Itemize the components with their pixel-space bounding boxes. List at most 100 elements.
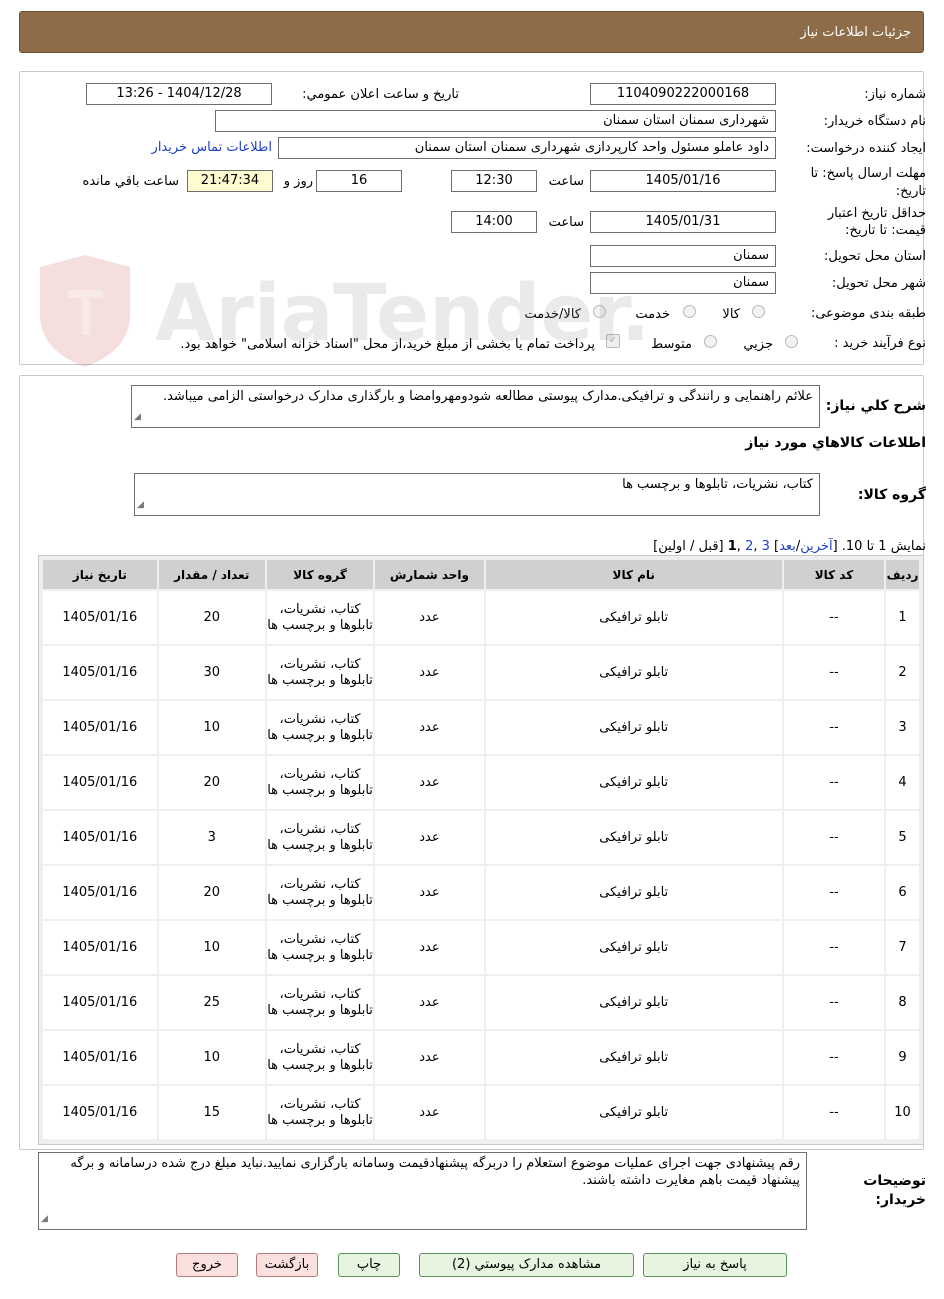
cell-need-date: 1405/01/16 bbox=[43, 976, 157, 1029]
pagination-next-link[interactable]: بعد bbox=[779, 539, 796, 554]
col-header-item-code: کد کالا bbox=[783, 560, 885, 589]
cell-group: کتاب، نشریات، تابلوها و برچسب ها bbox=[266, 811, 374, 864]
items-table-wrapper: ردیف کد کالا نام کالا واحد شمارش گروه کا… bbox=[38, 555, 924, 1145]
print-button[interactable]: چاپ bbox=[338, 1253, 400, 1277]
cell-row-number: 8 bbox=[886, 976, 919, 1029]
table-row: 9 -- تابلو ترافیکی عدد کتاب، نشریات، تابلوها… bbox=[43, 1031, 919, 1084]
validity-time-field: 14:00 bbox=[451, 211, 537, 233]
cell-unit: عدد bbox=[375, 811, 484, 864]
back-button[interactable]: بازگشت bbox=[256, 1253, 318, 1277]
category-radio-goods[interactable] bbox=[752, 305, 765, 318]
description-field: علائم راهنمایی و رانندگی و ترافیکی.مدارک… bbox=[131, 385, 820, 428]
need-number-label: شماره نیاز: bbox=[864, 87, 926, 102]
cell-need-date: 1405/01/16 bbox=[43, 866, 157, 919]
buyer-field: شهرداری سمنان استان سمنان bbox=[215, 110, 776, 132]
category-option-service: خدمت bbox=[635, 307, 670, 322]
cell-unit: عدد bbox=[375, 866, 484, 919]
cell-item-name: تابلو ترافیکی bbox=[485, 1086, 782, 1139]
category-option-goods-service: کالا/خدمت bbox=[524, 307, 581, 322]
page-title: جزئیات اطلاعات نیاز bbox=[800, 25, 911, 40]
pagination-page-3[interactable]: 3 bbox=[762, 539, 770, 554]
cell-quantity: 20 bbox=[158, 866, 265, 919]
reply-button[interactable]: پاسخ به نیاز bbox=[643, 1253, 787, 1277]
province-label: استان محل تحویل: bbox=[824, 249, 926, 264]
resize-grip-icon: ◢ bbox=[137, 500, 144, 510]
cell-need-date: 1405/01/16 bbox=[43, 701, 157, 754]
resize-grip-icon: ◢ bbox=[134, 412, 141, 422]
cell-need-date: 1405/01/16 bbox=[43, 1031, 157, 1084]
resize-grip-icon: ◢ bbox=[41, 1214, 48, 1224]
cell-item-code: -- bbox=[783, 866, 885, 919]
description-text: علائم راهنمایی و رانندگی و ترافیکی.مدارک… bbox=[162, 389, 813, 404]
col-header-item-name: نام کالا bbox=[485, 560, 782, 589]
cell-row-number: 4 bbox=[886, 756, 919, 809]
cell-quantity: 10 bbox=[158, 921, 265, 974]
buyer-contact-link[interactable]: اطلاعات تماس خریدار bbox=[152, 140, 272, 155]
col-header-need-date: تاریخ نیاز bbox=[43, 560, 157, 589]
cell-group: کتاب، نشریات، تابلوها و برچسب ها bbox=[266, 921, 374, 974]
pagination-comma: , bbox=[736, 539, 746, 554]
pagination-suffix: [قبل / اولین] bbox=[653, 539, 728, 554]
validity-label-1: حداقل تاریخ اعتبار bbox=[827, 206, 926, 221]
cell-group: کتاب، نشریات، تابلوها و برچسب ها bbox=[266, 976, 374, 1029]
validity-label-2: قیمت: تا تاریخ: bbox=[845, 223, 926, 238]
buyer-notes-field: رقم پیشنهادی جهت اجرای عملیات موضوع استع… bbox=[38, 1152, 807, 1230]
announce-field: 1404/12/28 - 13:26 bbox=[86, 83, 272, 105]
cell-item-name: تابلو ترافیکی bbox=[485, 866, 782, 919]
items-table: ردیف کد کالا نام کالا واحد شمارش گروه کا… bbox=[41, 558, 921, 1141]
pagination-last-link[interactable]: آخرین bbox=[800, 539, 832, 554]
cell-unit: عدد bbox=[375, 976, 484, 1029]
cell-row-number: 6 bbox=[886, 866, 919, 919]
cell-group: کتاب، نشریات، تابلوها و برچسب ها bbox=[266, 701, 374, 754]
cell-need-date: 1405/01/16 bbox=[43, 1086, 157, 1139]
cell-item-name: تابلو ترافیکی bbox=[485, 646, 782, 699]
buyer-label: نام دستگاه خریدار: bbox=[823, 114, 926, 129]
cell-quantity: 15 bbox=[158, 1086, 265, 1139]
cell-row-number: 10 bbox=[886, 1086, 919, 1139]
process-radio-medium[interactable] bbox=[704, 335, 717, 348]
process-radio-minor[interactable] bbox=[785, 335, 798, 348]
cell-need-date: 1405/01/16 bbox=[43, 921, 157, 974]
city-label: شهر محل تحویل: bbox=[831, 276, 926, 291]
cell-item-code: -- bbox=[783, 756, 885, 809]
cell-item-name: تابلو ترافیکی bbox=[485, 811, 782, 864]
deadline-label-1: مهلت ارسال پاسخ: تا bbox=[810, 166, 926, 181]
goods-group-field: کتاب، نشریات، تابلوها و برچسب ها ◢ bbox=[134, 473, 820, 516]
pagination-comma: , bbox=[753, 539, 762, 554]
cell-item-name: تابلو ترافیکی bbox=[485, 756, 782, 809]
cell-group: کتاب، نشریات، تابلوها و برچسب ها bbox=[266, 756, 374, 809]
cell-need-date: 1405/01/16 bbox=[43, 591, 157, 644]
cell-quantity: 30 bbox=[158, 646, 265, 699]
deadline-time-field: 12:30 bbox=[451, 170, 537, 192]
cell-quantity: 3 bbox=[158, 811, 265, 864]
cell-row-number: 5 bbox=[886, 811, 919, 864]
cell-item-name: تابلو ترافیکی bbox=[485, 921, 782, 974]
goods-section-title: اطلاعات کالاهاي مورد نیاز bbox=[745, 435, 926, 451]
pagination-mid: ] bbox=[769, 539, 780, 554]
cell-item-name: تابلو ترافیکی bbox=[485, 591, 782, 644]
cell-need-date: 1405/01/16 bbox=[43, 756, 157, 809]
category-radio-goods-service[interactable] bbox=[593, 305, 606, 318]
cell-unit: عدد bbox=[375, 1086, 484, 1139]
days-label: روز و bbox=[283, 174, 313, 189]
cell-item-code: -- bbox=[783, 921, 885, 974]
pagination-page-1: 1 bbox=[727, 539, 737, 554]
category-radio-service[interactable] bbox=[683, 305, 696, 318]
cell-item-code: -- bbox=[783, 701, 885, 754]
cell-row-number: 3 bbox=[886, 701, 919, 754]
cell-item-code: -- bbox=[783, 811, 885, 864]
cell-group: کتاب، نشریات، تابلوها و برچسب ها bbox=[266, 646, 374, 699]
cell-row-number: 7 bbox=[886, 921, 919, 974]
need-number-field: 1104090222000168 bbox=[590, 83, 776, 105]
cell-item-code: -- bbox=[783, 646, 885, 699]
exit-button[interactable]: خروج bbox=[176, 1253, 238, 1277]
cell-need-date: 1405/01/16 bbox=[43, 811, 157, 864]
treasury-checkbox[interactable]: ✓ bbox=[606, 334, 620, 348]
cell-item-code: -- bbox=[783, 1031, 885, 1084]
process-option-minor: جزیي bbox=[743, 337, 773, 352]
view-attachments-button[interactable]: مشاهده مدارک پیوستي (2) bbox=[419, 1253, 634, 1277]
cell-group: کتاب، نشریات، تابلوها و برچسب ها bbox=[266, 1086, 374, 1139]
province-field: سمنان bbox=[590, 245, 776, 267]
validity-date-field: 1405/01/31 bbox=[590, 211, 776, 233]
goods-group-text: کتاب، نشریات، تابلوها و برچسب ها bbox=[622, 477, 813, 492]
